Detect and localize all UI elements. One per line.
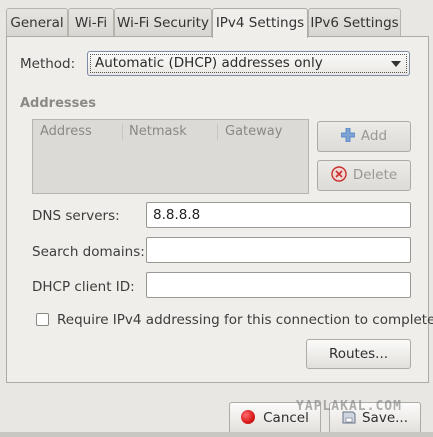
cancel-icon	[241, 410, 256, 424]
cancel-button-label: Cancel	[263, 410, 309, 426]
dhcp-client-id-label: DHCP client ID:	[32, 279, 135, 295]
connection-editor-window: General Wi-Fi Wi-Fi Security IPv4 Settin…	[0, 0, 433, 437]
routes-button[interactable]: Routes...	[306, 339, 411, 369]
search-domains-field[interactable]	[146, 237, 411, 263]
tab-wifi-security[interactable]: Wi-Fi Security	[114, 8, 212, 36]
tab-label: Wi-Fi Security	[117, 15, 209, 31]
search-domains-label: Search domains:	[32, 244, 145, 260]
method-value: Automatic (DHCP) addresses only	[95, 55, 323, 71]
delete-icon	[331, 164, 347, 182]
column-separator	[122, 124, 123, 140]
require-ipv4-label[interactable]: Require IPv4 addressing for this connect…	[57, 312, 433, 328]
tab-label: IPv6 Settings	[310, 15, 399, 31]
require-ipv4-checkbox[interactable]	[36, 313, 49, 326]
tab-bar: General Wi-Fi Wi-Fi Security IPv4 Settin…	[0, 8, 433, 38]
tab-label: General	[10, 15, 64, 31]
delete-button[interactable]: Delete	[317, 160, 411, 191]
method-combo[interactable]: Automatic (DHCP) addresses only	[87, 51, 410, 76]
dropdown-arrow-icon	[391, 61, 401, 67]
addresses-section-title: Addresses	[20, 96, 96, 111]
column-header-address[interactable]: Address	[40, 124, 92, 139]
dhcp-client-id-field[interactable]	[146, 272, 411, 298]
routes-button-label: Routes...	[328, 346, 389, 362]
add-icon	[340, 124, 356, 143]
tab-ipv6-settings[interactable]: IPv6 Settings	[308, 8, 401, 36]
column-separator	[217, 124, 218, 140]
dns-servers-value: 8.8.8.8	[153, 207, 201, 223]
method-label: Method:	[20, 56, 76, 72]
bottom-edge	[0, 432, 433, 437]
save-button-label: Save...	[361, 410, 408, 426]
delete-button-label: Delete	[352, 167, 398, 183]
add-button[interactable]: Add	[317, 121, 411, 152]
tab-ipv4-settings[interactable]: IPv4 Settings	[212, 8, 308, 38]
column-header-netmask[interactable]: Netmask	[129, 124, 187, 139]
tab-wifi[interactable]: Wi-Fi	[68, 8, 114, 36]
cancel-button[interactable]: Cancel	[229, 402, 321, 434]
tab-label: IPv4 Settings	[215, 15, 305, 31]
tab-general[interactable]: General	[6, 8, 68, 36]
add-button-label: Add	[360, 128, 388, 144]
tab-label: Wi-Fi	[74, 15, 108, 31]
save-icon	[342, 405, 356, 424]
addresses-table[interactable]: Address Netmask Gateway	[32, 119, 309, 194]
dns-servers-field[interactable]: 8.8.8.8	[146, 202, 411, 228]
column-header-gateway[interactable]: Gateway	[225, 124, 282, 139]
dns-servers-label: DNS servers:	[32, 208, 120, 224]
save-button[interactable]: Save...	[329, 402, 421, 434]
